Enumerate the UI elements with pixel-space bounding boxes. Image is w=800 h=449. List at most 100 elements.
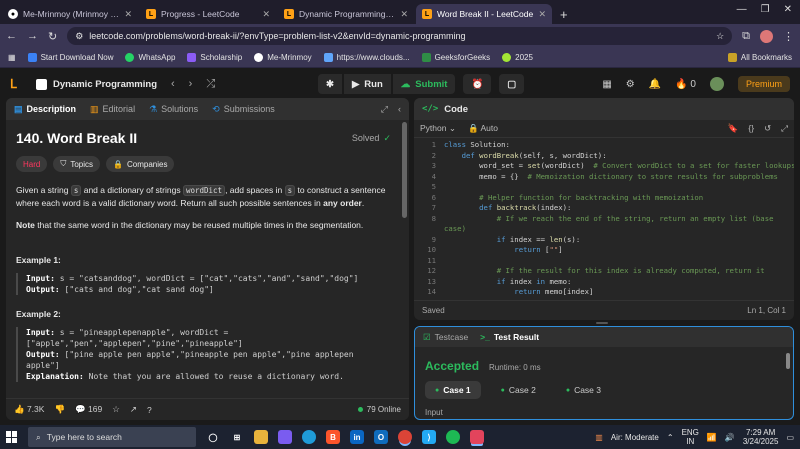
notifications-icon[interactable]: 🔔 xyxy=(649,79,661,90)
premium-button[interactable]: Premium xyxy=(737,76,790,92)
tab-solutions[interactable]: ⚗ Solutions xyxy=(149,104,198,115)
spotify-icon[interactable] xyxy=(446,430,460,444)
settings-icon[interactable]: ⚙ xyxy=(626,79,635,90)
help-icon[interactable]: ? xyxy=(147,405,152,415)
test-scrollbar[interactable] xyxy=(786,353,790,369)
browser-tab-word-break[interactable]: L Word Break II - LeetCode ✕ xyxy=(416,4,552,24)
taskbar-search[interactable]: ⌕ Type here to search xyxy=(28,427,196,447)
collapse-icon[interactable]: ‹ xyxy=(398,104,401,115)
bookmark-item[interactable]: Me-Mrinmoy xyxy=(254,53,312,62)
close-window-icon[interactable]: ✕ xyxy=(784,4,792,15)
address-bar[interactable]: ⚙ leetcode.com/problems/word-break-ii/?e… xyxy=(67,27,733,45)
layout-icon[interactable]: ▦ xyxy=(602,79,611,90)
coins-counter[interactable]: 🔥 0 xyxy=(675,79,696,90)
description-scrollbar[interactable] xyxy=(402,122,407,218)
site-info-icon[interactable]: ⚙ xyxy=(75,31,83,42)
vscode-icon[interactable]: ⟩ xyxy=(422,430,436,444)
user-avatar[interactable] xyxy=(709,77,724,91)
panel-resize-handle[interactable] xyxy=(596,322,608,324)
brave-icon[interactable]: B xyxy=(326,430,340,444)
file-explorer-icon[interactable] xyxy=(254,430,268,444)
bookmark-item[interactable]: https://www.clouds... xyxy=(323,53,410,62)
dislike-icon[interactable]: 👎 xyxy=(54,404,65,415)
run-button[interactable]: ▶ Run xyxy=(343,74,391,94)
menu-icon[interactable]: ⋮ xyxy=(783,30,794,43)
next-problem-icon[interactable]: › xyxy=(189,78,193,91)
close-icon[interactable]: ✕ xyxy=(262,9,270,20)
back-icon[interactable]: ← xyxy=(6,30,17,42)
tray-expand-icon[interactable]: ⌃ xyxy=(667,433,674,442)
bookmark-item[interactable]: 2025 xyxy=(502,53,533,62)
close-icon[interactable]: ✕ xyxy=(400,9,408,20)
language-indicator[interactable]: ENG IN xyxy=(682,428,699,446)
bookmark-icon[interactable]: 🔖 xyxy=(728,123,739,134)
input-label: Input xyxy=(425,408,443,417)
apps-icon[interactable]: ▦ xyxy=(8,53,16,62)
minimize-icon[interactable]: — xyxy=(737,4,747,15)
reload-icon[interactable]: ↻ xyxy=(48,30,57,43)
extensions-icon[interactable]: ⧉ xyxy=(742,30,750,43)
submit-button[interactable]: ☁ Submit xyxy=(392,74,456,94)
bookmark-item[interactable]: GeeksforGeeks xyxy=(421,53,490,62)
clock[interactable]: 7:29 AM 3/24/2025 xyxy=(743,428,779,446)
tab-testcase[interactable]: ☑ Testcase xyxy=(423,332,468,343)
notes-button[interactable]: ▢ xyxy=(499,74,525,94)
topics-chip[interactable]: ⛉ Topics xyxy=(53,156,101,172)
language-select[interactable]: Python ⌄ xyxy=(420,123,456,134)
close-icon[interactable]: ✕ xyxy=(124,9,132,20)
outlook-icon[interactable]: O xyxy=(374,430,388,444)
braces-icon[interactable]: {} xyxy=(748,123,754,134)
new-tab-button[interactable]: + xyxy=(552,7,576,24)
comments-button[interactable]: 💬 169 xyxy=(75,404,102,415)
cursor-position: Ln 1, Col 1 xyxy=(747,306,786,315)
maximize-icon[interactable]: ⤢ xyxy=(381,104,388,115)
reset-icon[interactable]: ↺ xyxy=(764,123,771,134)
case-2-tab[interactable]: ● Case 2 xyxy=(491,381,546,399)
profile-avatar[interactable] xyxy=(760,29,773,43)
shuffle-icon[interactable]: ⤮ xyxy=(206,78,215,91)
windows-start-icon[interactable] xyxy=(6,431,18,443)
case-3-tab[interactable]: ● Case 3 xyxy=(556,381,611,399)
restore-icon[interactable]: ❐ xyxy=(761,4,770,15)
problem-nav: ‹ › ⤮ xyxy=(171,78,215,91)
companies-chip[interactable]: 🔒 Companies xyxy=(106,156,175,172)
browser-tab-progress[interactable]: L Progress - LeetCode ✕ xyxy=(140,4,276,24)
expand-icon[interactable]: ⤢ xyxy=(781,123,788,134)
tab-test-result[interactable]: >_ Test Result xyxy=(480,332,539,342)
close-icon[interactable]: ✕ xyxy=(538,9,546,20)
weather-text[interactable]: Air: Moderate xyxy=(611,433,659,442)
linkedin-icon[interactable]: in xyxy=(350,430,364,444)
copilot-icon[interactable] xyxy=(278,430,292,444)
problem-list-button[interactable]: Dynamic Programming xyxy=(36,78,157,90)
browser-tab-dp[interactable]: L Dynamic Programming - LeetC ✕ xyxy=(278,4,414,24)
tab-submissions[interactable]: ⟲ Submissions xyxy=(212,104,275,115)
widgets-icon[interactable]: ⊞ xyxy=(230,430,244,444)
browser-tab-github[interactable]: ● Me-Mrinmoy (Mrinmoy Saman ✕ xyxy=(2,4,138,24)
share-icon[interactable]: ↗ xyxy=(130,404,137,415)
bookmark-item[interactable]: WhatsApp xyxy=(125,53,175,62)
like-button[interactable]: 👍 7.3K xyxy=(14,404,44,415)
star-icon[interactable]: ☆ xyxy=(112,404,120,415)
auto-mode[interactable]: 🔒 Auto xyxy=(468,123,498,134)
bookmark-item[interactable]: Start Download Now xyxy=(27,53,113,62)
bookmark-star-icon[interactable]: ☆ xyxy=(716,31,724,42)
all-bookmarks[interactable]: All Bookmarks xyxy=(727,53,792,62)
volume-icon[interactable]: 🔊 xyxy=(725,433,735,442)
forward-icon[interactable]: → xyxy=(27,30,38,42)
code-editor[interactable]: 1 class Solution: 2 def wordBreak(self, s… xyxy=(414,140,794,300)
prev-problem-icon[interactable]: ‹ xyxy=(171,78,175,91)
geeksforgeeks-icon xyxy=(421,53,431,62)
edge-icon[interactable] xyxy=(302,430,316,444)
leetcode-logo-icon[interactable]: ᒪ xyxy=(10,77,24,91)
tab-editorial[interactable]: ▥ Editorial xyxy=(90,104,135,115)
timer-button[interactable]: ⏰ xyxy=(463,74,492,94)
bookmark-item[interactable]: Scholarship xyxy=(187,53,242,62)
tab-description[interactable]: ▤ Description xyxy=(14,104,76,115)
wifi-icon[interactable]: 📶 xyxy=(707,433,717,442)
task-view-icon[interactable]: ◯ xyxy=(206,430,220,444)
case-1-tab[interactable]: ● Case 1 xyxy=(425,381,481,399)
chrome-app-icon[interactable] xyxy=(470,430,484,444)
chrome-icon[interactable] xyxy=(398,430,412,444)
debug-button[interactable]: ✱ xyxy=(318,74,342,94)
notification-center-icon[interactable]: ▭ xyxy=(786,433,794,442)
